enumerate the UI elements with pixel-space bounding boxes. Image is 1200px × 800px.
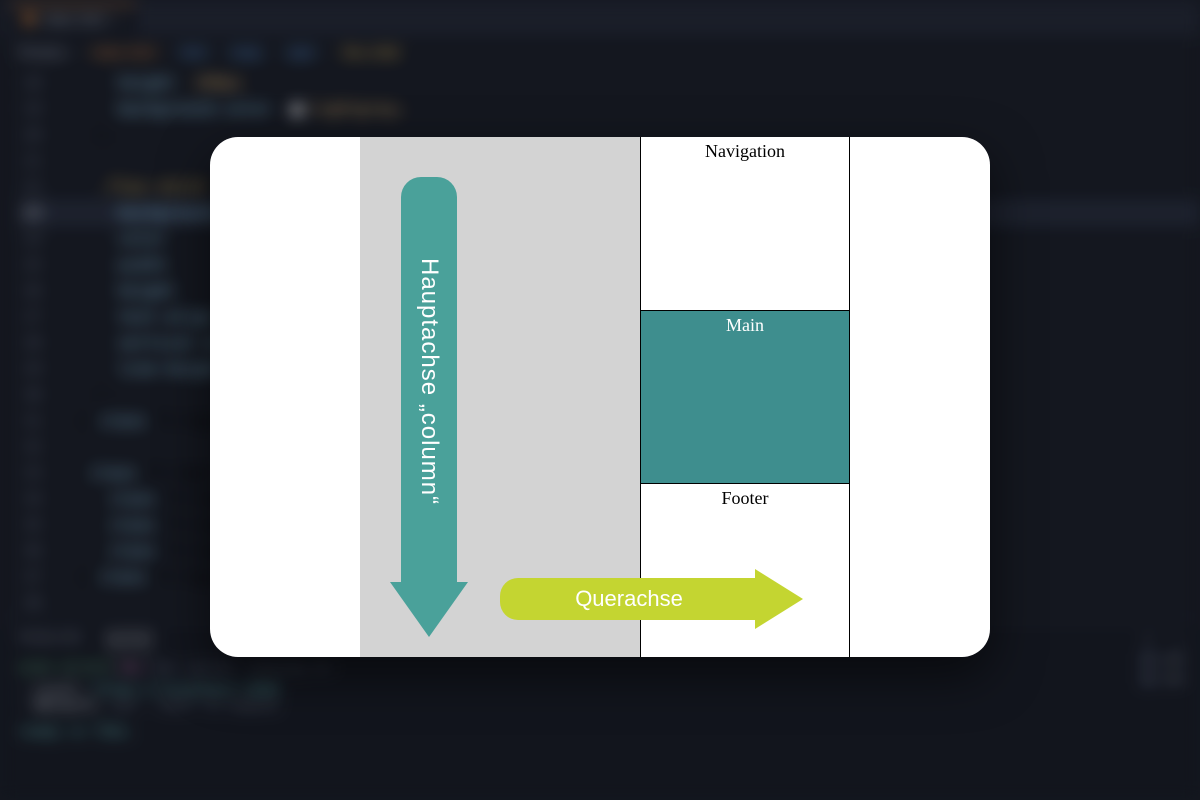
chevron-right-icon: › [77,44,82,60]
shell-icon [1142,653,1154,665]
arrow-right-icon [755,569,803,629]
flex-child-label: Footer [722,488,769,508]
breadcrumb: Flexbox › index.html › html › body › sty… [0,36,1200,68]
terminal-line: ready in 75ms. [18,724,1182,740]
shell-label[interactable]: zsh [1162,652,1184,666]
diagram-card: Navigation Main Footer Hauptachse „colum… [210,137,990,657]
crumb-selector[interactable]: .flex-child [340,44,399,60]
shell-icon [1142,673,1154,685]
terminal-line: › Network: use --host to expose [18,698,1182,714]
cross-axis-label: Querachse [575,586,683,612]
chevron-right-icon: › [325,44,330,60]
editor-tab[interactable]: index.html × [10,3,136,33]
crumb-tag[interactable]: style [286,44,315,60]
file-icon [24,14,34,24]
flex-child-label: Main [726,315,764,335]
terminal-tab-output[interactable]: OUTPUT [106,631,155,650]
main-axis-label: Hauptachse „column“ [401,177,457,587]
terminal-line: › Local: https://localhost:3000 [18,682,1182,698]
shell-label[interactable]: zsh [1162,672,1184,686]
flex-child-main: Main [641,311,849,485]
chevron-down-icon[interactable]: ˇ [1162,631,1169,645]
crumb-file[interactable]: index.html [92,44,156,60]
close-icon[interactable]: × [114,11,122,27]
terminal-tab-problems[interactable]: PROBLEMS [18,631,84,650]
crumb-tag[interactable]: body [231,44,261,60]
main-axis-arrow: Hauptachse „column“ [390,177,468,637]
terminal-side: ＋ ˇ ⌄ zsh zsh [1142,629,1184,686]
flex-child-navigation: Navigation [641,137,849,311]
cross-axis-arrow: Querachse [500,569,810,629]
flex-child-label: Navigation [705,141,785,161]
chevron-right-icon: › [217,44,222,60]
tab-filename: index.html [42,11,106,27]
terminal-line: vite v2.8.6 dev dev server running at: [18,660,1182,676]
crumb-folder[interactable]: Flexbox [18,44,67,60]
chevron-right-icon: › [272,44,277,60]
trash-icon[interactable]: ⌄ [1177,631,1184,645]
chevron-right-icon: › [166,44,171,60]
editor-tabbar: index.html × [0,0,1200,36]
arrow-down-icon [390,582,468,637]
crumb-tag[interactable]: html [180,44,206,60]
plus-icon[interactable]: ＋ [1142,629,1154,646]
